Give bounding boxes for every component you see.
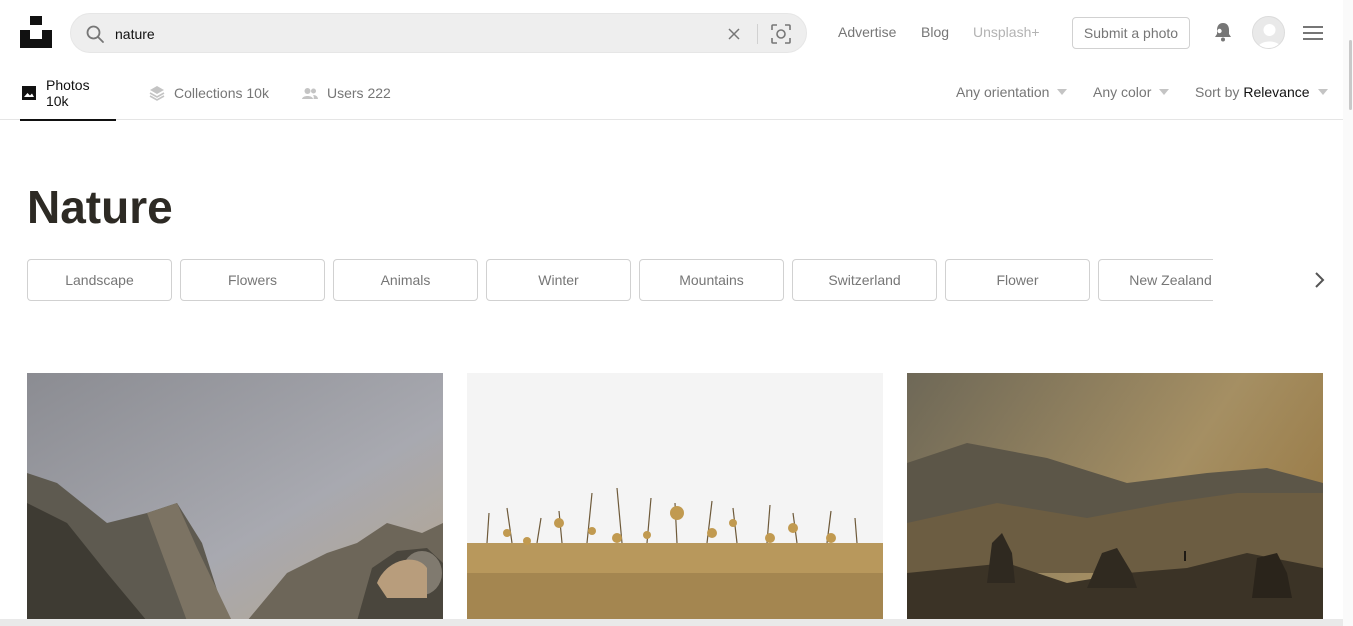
photo-card[interactable] <box>907 373 1323 621</box>
horizontal-scrollbar[interactable] <box>0 619 1343 626</box>
scrollbar-thumb[interactable] <box>1349 40 1352 110</box>
sort-value: Relevance <box>1243 84 1310 100</box>
blog-link[interactable]: Blog <box>921 24 949 40</box>
chip-new-zealand[interactable]: New Zealand <box>1098 259 1213 301</box>
chip-flower[interactable]: Flower <box>945 259 1090 301</box>
related-searches: Landscape Flowers Animals Winter Mountai… <box>27 259 1213 301</box>
search-icon[interactable] <box>85 24 105 44</box>
avatar[interactable] <box>1252 16 1285 49</box>
chip-landscape[interactable]: Landscape <box>27 259 172 301</box>
photo-card[interactable] <box>27 373 443 621</box>
chevron-down-icon <box>1057 89 1068 95</box>
tab-collections[interactable]: Collections 10k <box>148 66 269 120</box>
chip-mountains[interactable]: Mountains <box>639 259 784 301</box>
visual-search-icon[interactable] <box>770 23 792 45</box>
orientation-filter-label: Any orientation <box>956 84 1050 100</box>
collections-icon <box>149 86 165 101</box>
photo-rocky-mountains <box>907 373 1323 621</box>
unsplash-logo[interactable] <box>20 16 52 48</box>
photo-mountain-valley <box>27 373 443 621</box>
chip-winter[interactable]: Winter <box>486 259 631 301</box>
color-filter-label: Any color <box>1093 84 1152 100</box>
chip-animals[interactable]: Animals <box>333 259 478 301</box>
tab-collections-label: Collections 10k <box>174 85 269 101</box>
tab-users-label: Users 222 <box>327 85 391 101</box>
sort-prefix: Sort by <box>1195 84 1240 100</box>
bell-icon[interactable] <box>1211 20 1235 44</box>
chevron-down-icon <box>1317 89 1328 95</box>
menu-icon[interactable] <box>1303 24 1323 42</box>
orientation-filter[interactable]: Any orientation <box>956 84 1068 100</box>
search-tabs: Photos 10k Collections 10k Users 222 Any… <box>0 66 1343 121</box>
tab-users[interactable]: Users 222 <box>301 66 391 120</box>
photo-icon <box>21 86 36 100</box>
search-bar <box>70 13 807 53</box>
chip-switzerland[interactable]: Switzerland <box>792 259 937 301</box>
chevron-right-icon[interactable] <box>1308 269 1330 291</box>
submit-photo-button[interactable]: Submit a photo <box>1072 17 1190 49</box>
unsplash-plus-link[interactable]: Unsplash+ <box>973 24 1040 40</box>
photo-card[interactable] <box>467 373 883 621</box>
chevron-down-icon <box>1159 89 1170 95</box>
color-filter[interactable]: Any color <box>1093 84 1170 100</box>
chip-flowers[interactable]: Flowers <box>180 259 325 301</box>
tab-photos-label: Photos 10k <box>45 77 90 109</box>
advertise-link[interactable]: Advertise <box>838 24 896 40</box>
clear-icon[interactable] <box>724 24 744 44</box>
sort-filter[interactable]: Sort by Relevance <box>1195 84 1328 100</box>
users-icon <box>302 88 318 99</box>
photo-wildflowers <box>467 373 883 621</box>
page-title: Nature <box>27 181 173 233</box>
search-input[interactable] <box>115 22 715 46</box>
top-navigation: Advertise Blog Unsplash+ Submit a photo <box>0 0 1353 66</box>
search-divider <box>757 24 758 44</box>
tab-photos[interactable]: Photos 10k <box>20 66 116 121</box>
